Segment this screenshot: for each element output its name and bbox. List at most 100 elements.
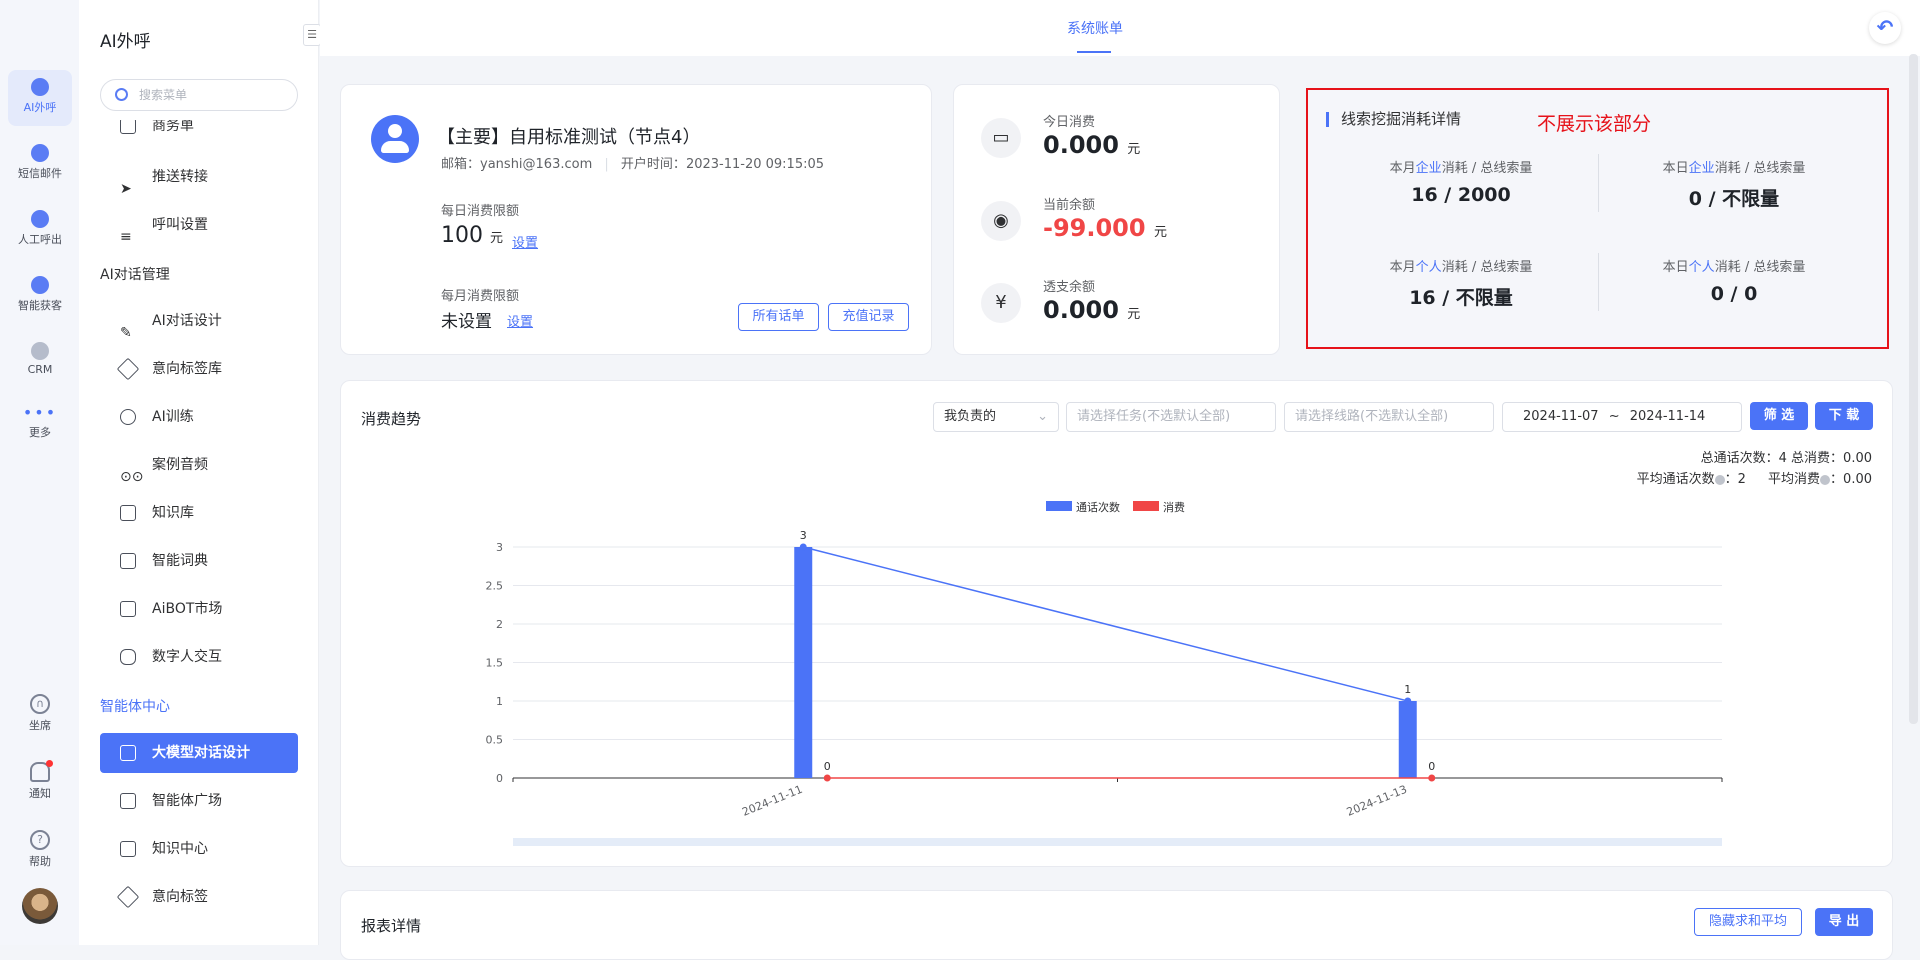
bar-calls <box>1398 701 1417 778</box>
x-tick-label: 2024-11-11 <box>740 783 804 819</box>
report-card: 报表详情 隐藏求和平均 导 出 <box>340 890 1893 960</box>
data-label-cost: 0 <box>1428 760 1435 773</box>
page-scrollbar[interactable] <box>1909 54 1918 724</box>
data-label-calls: 3 <box>800 529 807 542</box>
tag-icon <box>116 357 140 381</box>
menu-item-intent-tags[interactable]: 意向标签库 <box>100 349 298 389</box>
report-title: 报表详情 <box>361 917 422 935</box>
acquire-icon <box>31 276 49 294</box>
account-card: 【主要】自用标准测试（节点4） 邮箱：yanshi@163.com | 开户时间… <box>340 84 932 355</box>
chat-bubble-icon <box>120 409 136 425</box>
menu-item-aibot-market[interactable]: AiBOT市场 <box>100 589 298 629</box>
pen-icon: ✎ <box>120 325 132 341</box>
point-calls <box>799 543 807 551</box>
bar-calls <box>794 547 813 778</box>
overdraft-balance-label: 透支余额 <box>1043 280 1096 295</box>
menu-item-knowledge-base[interactable]: 知识库 <box>100 493 298 533</box>
account-meta: 邮箱：yanshi@163.com | 开户时间：2023-11-20 09:1… <box>441 157 825 172</box>
menu-item-label: AiBOT市场 <box>152 601 223 617</box>
rail-item-label: 人工呼出 <box>18 233 62 246</box>
robot-icon <box>120 649 136 665</box>
daily-limit-set-link[interactable]: 设置 <box>512 232 538 251</box>
current-balance-number: -99.000 <box>1043 214 1146 242</box>
screens-icon <box>120 601 136 617</box>
rail-item-more[interactable]: ••• 更多 <box>8 400 72 456</box>
email-label: 邮箱： <box>441 157 481 172</box>
menu-item-knowledge-center[interactable]: 知识中心 <box>100 829 298 869</box>
monthly-limit-value: 未设置 <box>441 312 492 332</box>
rail-item-seat[interactable]: ∩ 坐席 <box>8 688 72 744</box>
stat-label: 本日企业消耗 / 总线索量 <box>1614 157 1854 176</box>
crm-icon <box>31 342 49 360</box>
rail-item-label: 帮助 <box>29 855 51 868</box>
menu-item-push-transfer[interactable]: ➤ 推送转接 <box>100 157 298 197</box>
rail-item-ai-call[interactable]: AI外呼 <box>8 70 72 126</box>
tab-underline <box>1077 51 1111 53</box>
data-zoom-slider <box>513 838 1722 846</box>
menu-search-input[interactable]: 搜索菜单 <box>100 79 298 111</box>
unit: 元 <box>1153 225 1167 240</box>
side-menu: AI外呼 ☰ 搜索菜单 商务单 ➤ 推送转接 ≡ 呼叫设置 AI对话管理 ✎ AI对话… <box>79 0 321 945</box>
stat-label-highlight: 个人 <box>1688 260 1715 275</box>
menu-item-label: 大模型对话设计 <box>152 745 250 761</box>
stat-label-post: 消耗 / 总线索量 <box>1714 260 1806 275</box>
hide-sum-avg-button[interactable]: 隐藏求和平均 <box>1694 908 1802 936</box>
search-placeholder: 搜索菜单 <box>139 88 188 102</box>
monthly-limit-label: 每月消费限额 <box>441 289 520 304</box>
y-tick-label: 0 <box>496 772 503 785</box>
menu-item-digital-human[interactable]: 数字人交互 <box>100 637 298 677</box>
unit: 元 <box>1127 307 1141 322</box>
menu-item-llm-dialog-design[interactable]: 大模型对话设计 <box>100 733 298 773</box>
current-balance-label: 当前余额 <box>1043 198 1096 213</box>
rail-item-sms[interactable]: 短信邮件 <box>8 136 72 192</box>
phone-icon <box>31 210 49 228</box>
menu-item-order[interactable]: 商务单 <box>100 120 298 146</box>
stat-label-pre: 本月 <box>1389 260 1416 275</box>
rail-item-label: CRM <box>27 363 53 376</box>
menu-item-label: AI对话设计 <box>152 313 222 329</box>
sliders-icon: ≡ <box>120 229 132 245</box>
menu-item-call-settings[interactable]: ≡ 呼叫设置 <box>100 205 298 245</box>
collapse-menu-icon[interactable]: ☰ <box>303 24 321 46</box>
today-consumption-number: 0.000 <box>1043 131 1119 159</box>
y-tick-label: 0.5 <box>486 734 504 747</box>
balance-card: ▭ 今日消费 0.000 元 ◉ 当前余额 -99.000 元 ¥ 透支余额 0… <box>953 84 1280 355</box>
all-bills-button[interactable]: 所有话单 <box>738 303 819 331</box>
monthly-limit-set-link[interactable]: 设置 <box>507 311 533 330</box>
menu-item-ai-training[interactable]: AI训练 <box>100 397 298 437</box>
stat-value: 0 / 不限量 <box>1688 188 1780 210</box>
menu-item-dictionary[interactable]: 智能词典 <box>100 541 298 581</box>
send-icon: ➤ <box>120 181 132 197</box>
y-tick-label: 1.5 <box>486 657 504 670</box>
rail-item-manual-call[interactable]: 人工呼出 <box>8 202 72 258</box>
avatar[interactable] <box>22 888 58 924</box>
menu-item-intent-tag[interactable]: 意向标签 <box>100 877 298 917</box>
rail-item-help[interactable]: ? 帮助 <box>8 824 72 880</box>
rail-item-acquire[interactable]: 智能获客 <box>8 268 72 324</box>
rail-item-label: 智能获客 <box>18 299 62 312</box>
menu-item-case-audio[interactable]: ⊙⊙ 案例音频 <box>100 445 298 485</box>
order-icon <box>120 120 136 134</box>
wallet-icon: ▭ <box>981 118 1021 158</box>
rail-item-label: AI外呼 <box>23 101 57 114</box>
tape-icon: ⊙⊙ <box>120 469 144 485</box>
current-balance-value: -99.000 元 <box>1043 214 1167 242</box>
chart-board-icon <box>120 745 136 761</box>
tab-system-bill[interactable]: 系统账单 <box>1067 18 1123 38</box>
divider <box>1598 253 1599 311</box>
menu-scroll: 商务单 ➤ 推送转接 ≡ 呼叫设置 AI对话管理 ✎ AI对话设计 意向标签库 AI训… <box>79 120 319 945</box>
menu-item-agent-plaza[interactable]: 智能体广场 <box>100 781 298 821</box>
today-consumption-value: 0.000 元 <box>1043 131 1140 159</box>
rail-item-label: 短信邮件 <box>18 167 62 180</box>
open-book-icon <box>120 841 136 857</box>
book-icon <box>120 553 136 569</box>
menu-item-ai-dialog-design[interactable]: ✎ AI对话设计 <box>100 301 298 341</box>
stat-label-pre: 本日 <box>1662 161 1689 176</box>
menu-item-label: 商务单 <box>152 120 194 134</box>
recharge-records-button[interactable]: 充值记录 <box>828 303 909 331</box>
back-arrow-icon[interactable]: ↶ <box>1869 12 1901 44</box>
menu-title: AI外呼 <box>100 32 151 52</box>
rail-item-notify[interactable]: 通知 <box>8 756 72 812</box>
rail-item-crm[interactable]: CRM <box>8 334 72 390</box>
export-button[interactable]: 导 出 <box>1815 908 1873 936</box>
